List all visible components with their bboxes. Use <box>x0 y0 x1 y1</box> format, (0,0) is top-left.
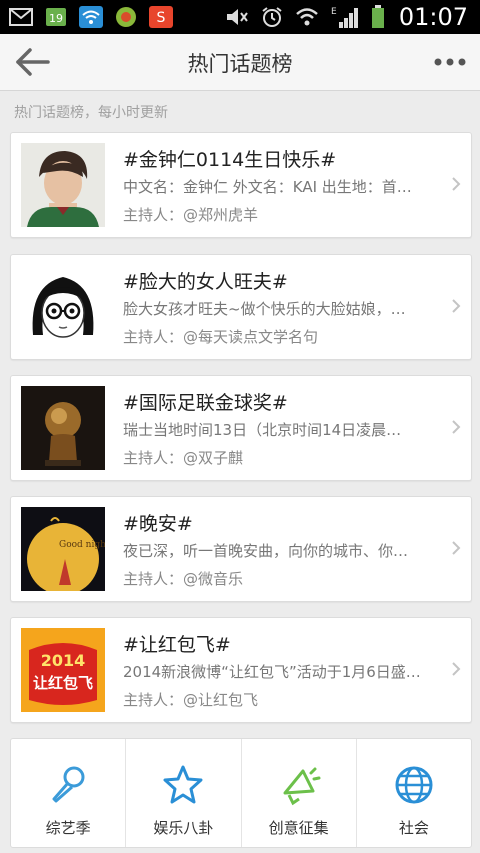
category-variety[interactable]: 综艺季 <box>11 739 127 847</box>
category-society[interactable]: 社会 <box>357 739 471 847</box>
topic-host: 主持人：@双子麒 <box>123 449 244 467</box>
svg-text:S: S <box>157 10 166 26</box>
signal-icon: E <box>329 5 361 29</box>
topic-card[interactable]: Good night #晚安# 夜已深，听一首晚安曲，向你的城市、你… 主持人：… <box>10 496 472 602</box>
topic-thumbnail: Good night <box>21 507 105 591</box>
more-button[interactable] <box>430 46 470 78</box>
topic-description: 夜已深，听一首晚安曲，向你的城市、你… <box>123 542 409 560</box>
topic-host: 主持人：@让红包飞 <box>123 691 259 709</box>
title-bar: 热门话题榜 <box>0 34 480 91</box>
subheader-text: 热门话题榜，每小时更新 <box>14 105 168 121</box>
chevron-right-icon <box>452 299 461 313</box>
topic-host: 主持人：@每天读点文学名句 <box>123 328 319 346</box>
globe-icon <box>395 766 433 804</box>
topic-thumbnail: 2014 让红包飞 <box>21 628 105 712</box>
topic-title: #让红包飞# <box>123 634 231 656</box>
category-entertainment[interactable]: 娱乐八卦 <box>126 739 242 847</box>
chevron-right-icon <box>452 662 461 676</box>
topic-card[interactable]: #国际足联金球奖# 瑞士当地时间13日（北京时间14日凌晨… 主持人：@双子麒 <box>10 375 472 481</box>
alarm-icon <box>259 5 285 29</box>
topic-thumbnail <box>21 143 105 227</box>
wifi-icon <box>78 5 104 29</box>
star-icon <box>163 765 203 804</box>
category-bar: 综艺季 娱乐八卦 创意征集 社会 <box>10 738 472 848</box>
weibo-notify-icon: S <box>148 5 174 29</box>
svg-text:19: 19 <box>49 12 63 25</box>
category-creative[interactable]: 创意征集 <box>242 739 357 847</box>
topic-description: 2014新浪微博“让红包飞”活动于1月6日盛… <box>123 663 421 681</box>
topic-description: 中文名：金钟仁 外文名：KAI 出生地：首… <box>123 178 412 196</box>
clock: 01:07 <box>398 3 468 31</box>
megaphone-icon <box>283 767 321 806</box>
sim-icon: 19 <box>43 5 69 29</box>
topic-title: #晚安# <box>123 513 193 535</box>
topic-thumbnail <box>21 386 105 470</box>
mail-icon <box>8 5 34 29</box>
topic-card[interactable]: #脸大的女人旺夫# 脸大女孩才旺夫~做个快乐的大脸姑娘，… 主持人：@每天读点文… <box>10 254 472 360</box>
chevron-right-icon <box>452 541 461 555</box>
topic-title: #金钟仁0114生日快乐# <box>123 149 337 171</box>
thumb-slogan-text: 让红包飞 <box>33 674 93 692</box>
topic-card[interactable]: 2014 让红包飞 #让红包飞# 2014新浪微博“让红包飞”活动于1月6日盛…… <box>10 617 472 723</box>
chevron-right-icon <box>452 177 461 191</box>
chevron-right-icon <box>452 420 461 434</box>
topic-description: 瑞士当地时间13日（北京时间14日凌晨… <box>123 421 402 439</box>
category-label: 社会 <box>398 819 429 837</box>
category-label: 娱乐八卦 <box>153 819 214 837</box>
thumb-year-text: 2014 <box>41 651 86 670</box>
good-night-text: Good night <box>59 540 105 550</box>
app-icon <box>113 5 139 29</box>
topic-host: 主持人：@微音乐 <box>123 570 244 588</box>
topic-title: #国际足联金球奖# <box>123 392 288 414</box>
mute-icon <box>224 5 250 29</box>
status-bar: 19 S E 01:07 <box>0 0 480 34</box>
topic-card[interactable]: #金钟仁0114生日快乐# 中文名：金钟仁 外文名：KAI 出生地：首… 主持人… <box>10 132 472 238</box>
topic-title: #脸大的女人旺夫# <box>123 271 288 293</box>
category-label: 综艺季 <box>45 819 91 837</box>
network-type: E <box>331 7 337 17</box>
battery-icon <box>370 5 386 29</box>
topic-thumbnail <box>21 265 105 349</box>
page-title: 热门话题榜 <box>187 52 293 76</box>
topic-description: 脸大女孩才旺夫~做个快乐的大脸姑娘，… <box>123 300 406 318</box>
topic-host: 主持人：@郑州虎羊 <box>123 206 259 224</box>
wifi-signal-icon <box>294 5 320 29</box>
category-label: 创意征集 <box>268 819 329 837</box>
microphone-icon <box>52 766 85 803</box>
more-dots-icon <box>434 58 466 66</box>
